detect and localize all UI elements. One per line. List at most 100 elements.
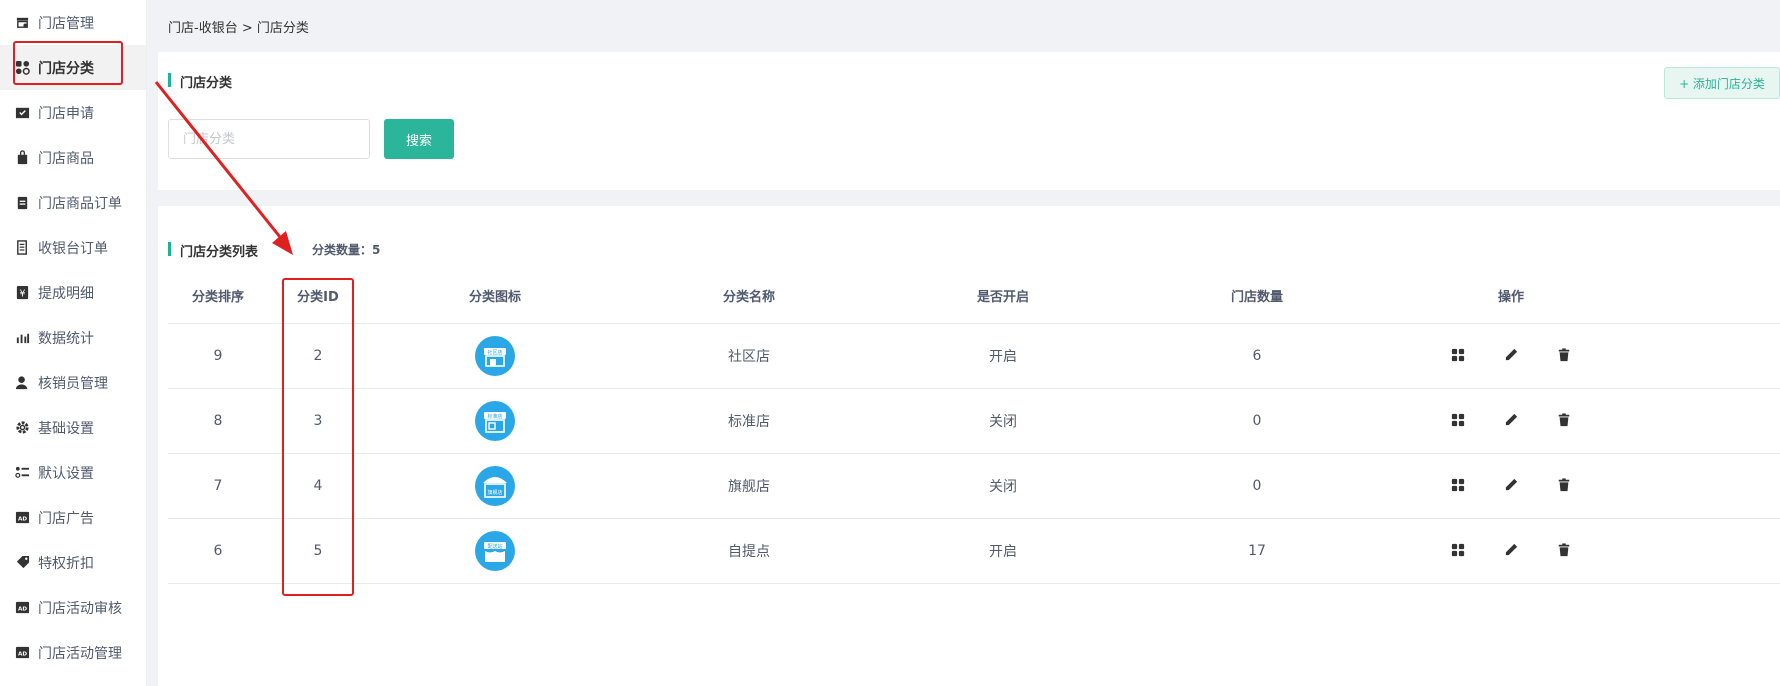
cell-sort: 6 [168, 518, 268, 584]
sidebar-item-label: 特权折扣 [38, 555, 94, 572]
clipboard-icon [14, 195, 30, 211]
cell-name: 自提点 [622, 518, 876, 584]
sidebar-item-store-goods-orders[interactable]: 门店商品订单 [0, 180, 146, 225]
delete-icon[interactable] [1555, 541, 1573, 559]
sidebar-item-label: 门店活动管理 [38, 645, 122, 662]
sidebar-item-activity-management[interactable]: AD 门店活动管理 [0, 630, 146, 675]
category-grid-icon [14, 60, 30, 76]
cell-name: 标准店 [622, 388, 876, 454]
sidebar-item-label: 收银台订单 [38, 240, 108, 257]
store-icon-text: 社区店 [487, 349, 502, 356]
apply-folder-icon [14, 105, 30, 121]
sidebar-item-cashier-orders[interactable]: 收银台订单 [0, 225, 146, 270]
column-header-name: 分类名称 [622, 268, 876, 324]
user-icon [14, 375, 30, 391]
main-content: 门店-收银台 > 门店分类 门店分类 搜索 + 添加门店分类 门店分类列表 分类… [158, 0, 1780, 686]
yen-icon: ¥ [14, 285, 30, 301]
sidebar-item-label: 门店申请 [38, 105, 94, 122]
tag-icon [14, 555, 30, 571]
sidebar-item-label: 提成明细 [38, 285, 94, 302]
list-section-title: 门店分类列表 [168, 241, 258, 260]
view-grid-icon[interactable] [1449, 346, 1467, 364]
cell-enabled: 关闭 [876, 453, 1130, 519]
sidebar-item-label: 数据统计 [38, 330, 94, 347]
sidebar-item-label: 门店广告 [38, 510, 94, 527]
sidebar-item-store-category[interactable]: 门店分类 [0, 45, 146, 90]
svg-text:¥: ¥ [19, 288, 25, 299]
column-header-icon: 分类图标 [368, 268, 622, 324]
cell-store-count: 0 [1130, 388, 1384, 454]
category-search-input[interactable] [168, 119, 370, 159]
view-grid-icon[interactable] [1449, 411, 1467, 429]
sidebar-item-statistics[interactable]: 数据统计 [0, 315, 146, 360]
sidebar-item-label: 门店活动审核 [38, 600, 122, 617]
table-row: 7 4 旗舰店 旗舰店 关闭 0 [168, 453, 1780, 519]
cell-sort: 9 [168, 323, 268, 389]
sidebar-item-commission[interactable]: ¥ 提成明细 [0, 270, 146, 315]
table-row: 6 5 配送站 自提点 开启 17 [168, 518, 1780, 584]
category-table: 分类排序 分类ID 分类图标 分类名称 是否开启 门店数量 操作 9 2 社区店… [168, 268, 1780, 584]
search-section-title: 门店分类 [168, 72, 232, 91]
sidebar-item-basic-settings[interactable]: 基础设置 [0, 405, 146, 450]
cell-sort: 8 [168, 388, 268, 454]
store-category-icon: 旗舰店 [475, 465, 515, 506]
edit-icon[interactable] [1502, 346, 1520, 364]
sidebar-item-label: 门店商品订单 [38, 195, 122, 212]
edit-icon[interactable] [1502, 476, 1520, 494]
ad-icon: AD [14, 510, 30, 526]
delete-icon[interactable] [1555, 346, 1573, 364]
view-grid-icon[interactable] [1449, 476, 1467, 494]
category-list-panel: 门店分类列表 分类数量：5 分类排序 分类ID 分类图标 分类名称 是否开启 门… [158, 206, 1780, 686]
cell-store-count: 17 [1130, 518, 1384, 584]
cell-name: 旗舰店 [622, 453, 876, 519]
ad-icon: AD [14, 645, 30, 661]
edit-icon[interactable] [1502, 411, 1520, 429]
cell-id: 3 [268, 388, 368, 454]
view-grid-icon[interactable] [1449, 541, 1467, 559]
search-panel: 门店分类 搜索 + 添加门店分类 [158, 52, 1780, 190]
sidebar-item-store-apply[interactable]: 门店申请 [0, 90, 146, 135]
sidebar-item-store-management[interactable]: 门店管理 [0, 0, 146, 45]
sidebar-item-label: 默认设置 [38, 465, 94, 482]
sidebar-item-default-settings[interactable]: 默认设置 [0, 450, 146, 495]
cell-enabled: 开启 [876, 518, 1130, 584]
store-icon-text: 配送站 [487, 543, 502, 550]
breadcrumb: 门店-收银台 > 门店分类 [168, 21, 309, 36]
column-header-enabled: 是否开启 [876, 268, 1130, 324]
cell-id: 4 [268, 453, 368, 519]
sidebar-item-label: 基础设置 [38, 420, 94, 437]
store-icon-text: 旗舰店 [487, 489, 502, 496]
receipt-icon [14, 240, 30, 256]
edit-icon[interactable] [1502, 541, 1520, 559]
delete-icon[interactable] [1555, 476, 1573, 494]
svg-text:AD: AD [18, 651, 27, 657]
sidebar-item-activity-review[interactable]: AD 门店活动审核 [0, 585, 146, 630]
store-icon-text: 标准店 [487, 413, 502, 420]
sidebar-item-label: 门店商品 [38, 150, 94, 167]
delete-icon[interactable] [1555, 411, 1573, 429]
gear-icon [14, 420, 30, 436]
sidebar-item-store-goods[interactable]: 门店商品 [0, 135, 146, 180]
ad-icon: AD [14, 600, 30, 616]
cell-enabled: 关闭 [876, 388, 1130, 454]
add-category-button[interactable]: + 添加门店分类 [1664, 67, 1780, 99]
search-button[interactable]: 搜索 [384, 119, 454, 159]
svg-text:AD: AD [18, 606, 27, 612]
category-count: 分类数量：5 [312, 243, 381, 257]
store-icon [14, 15, 30, 31]
store-category-icon: 标准店 [475, 400, 515, 441]
shopping-bag-icon [14, 150, 30, 166]
sidebar-item-label: 门店分类 [38, 60, 94, 77]
store-category-icon: 社区店 [475, 335, 515, 376]
column-header-sort: 分类排序 [168, 268, 268, 324]
cell-id: 2 [268, 323, 368, 389]
sidebar-item-verifier-management[interactable]: 核销员管理 [0, 360, 146, 405]
store-category-icon: 配送站 [475, 530, 515, 571]
bar-chart-icon [14, 330, 30, 346]
column-header-actions: 操作 [1384, 268, 1638, 324]
sidebar-item-privilege-discount[interactable]: 特权折扣 [0, 540, 146, 585]
cell-sort: 7 [168, 453, 268, 519]
sidebar-item-store-ads[interactable]: AD 门店广告 [0, 495, 146, 540]
table-row: 8 3 标准店 标准店 关闭 0 [168, 388, 1780, 454]
sidebar-item-label: 门店管理 [38, 15, 94, 32]
